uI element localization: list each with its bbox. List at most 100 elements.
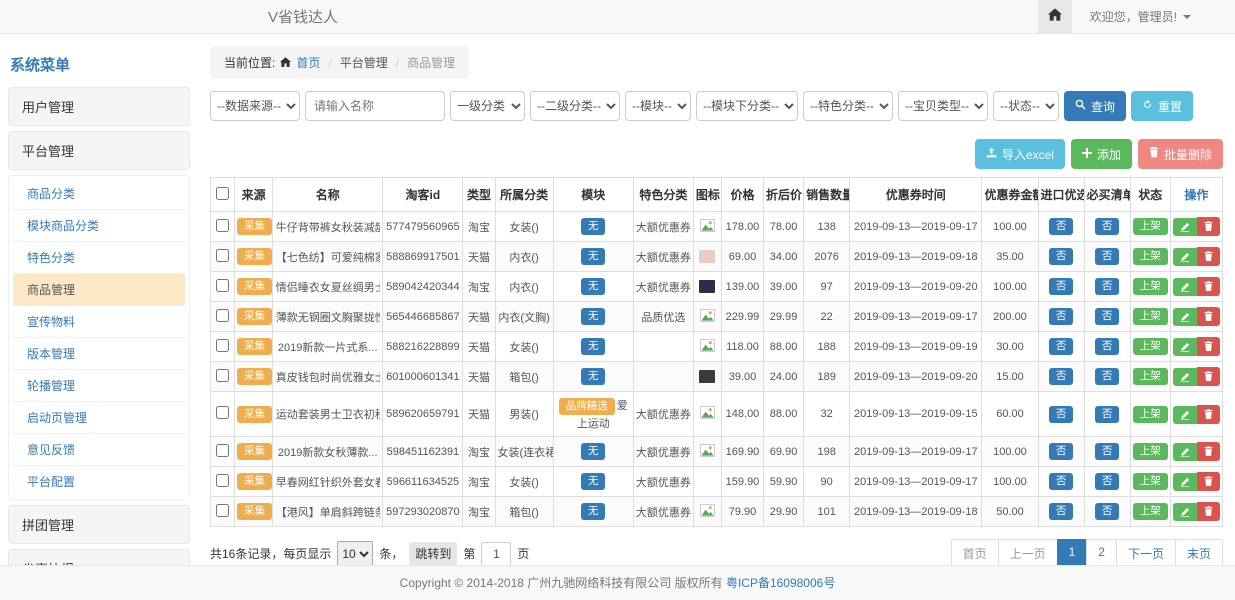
mustbuy-flag-badge[interactable]: 否 xyxy=(1095,338,1120,355)
edit-button[interactable] xyxy=(1173,308,1197,326)
edit-button[interactable] xyxy=(1173,338,1197,356)
delete-button[interactable] xyxy=(1197,472,1220,491)
pager-next[interactable]: 下一页 xyxy=(1116,539,1176,565)
mustbuy-flag-badge[interactable]: 否 xyxy=(1095,248,1120,265)
status-badge[interactable]: 上架 xyxy=(1133,278,1168,295)
page-jump-input[interactable] xyxy=(481,542,511,566)
user-menu[interactable]: 欢迎您，管理员! xyxy=(1072,8,1235,25)
import-flag-badge[interactable]: 否 xyxy=(1049,406,1074,423)
row-checkbox[interactable] xyxy=(216,504,229,517)
import-flag-badge[interactable]: 否 xyxy=(1049,308,1074,325)
import-excel-button[interactable]: 导入excel xyxy=(975,139,1065,169)
filter-select[interactable]: --模块下分类-- xyxy=(696,91,798,121)
home-button[interactable] xyxy=(1038,0,1072,33)
filter-select[interactable]: --状态-- xyxy=(993,91,1059,121)
mustbuy-flag-badge[interactable]: 否 xyxy=(1095,368,1120,385)
breadcrumb-home-link[interactable]: 首页 xyxy=(296,54,320,71)
delete-button[interactable] xyxy=(1197,367,1220,386)
module-badge[interactable]: 无 xyxy=(581,443,606,460)
status-badge[interactable]: 上架 xyxy=(1133,443,1168,460)
delete-button[interactable] xyxy=(1197,307,1220,326)
import-flag-badge[interactable]: 否 xyxy=(1049,443,1074,460)
sidebar-item[interactable]: 省惠快报 xyxy=(8,549,190,565)
per-page-select[interactable]: 10 xyxy=(337,541,373,566)
import-flag-badge[interactable]: 否 xyxy=(1049,338,1074,355)
row-checkbox[interactable] xyxy=(216,219,229,232)
sidebar-subitem[interactable]: 轮播管理 xyxy=(13,370,185,402)
status-badge[interactable]: 上架 xyxy=(1133,406,1168,423)
delete-button[interactable] xyxy=(1197,442,1220,461)
mustbuy-flag-badge[interactable]: 否 xyxy=(1095,406,1120,423)
import-flag-badge[interactable]: 否 xyxy=(1049,248,1074,265)
module-badge[interactable]: 无 xyxy=(581,218,606,235)
status-badge[interactable]: 上架 xyxy=(1133,248,1168,265)
import-flag-badge[interactable]: 否 xyxy=(1049,218,1074,235)
import-flag-badge[interactable]: 否 xyxy=(1049,368,1074,385)
pager-page[interactable]: 2 xyxy=(1086,539,1117,565)
module-badge[interactable]: 无 xyxy=(581,473,606,490)
sidebar-subitem[interactable]: 特色分类 xyxy=(13,242,185,274)
mustbuy-flag-badge[interactable]: 否 xyxy=(1095,218,1120,235)
pager-page[interactable]: 1 xyxy=(1057,539,1088,565)
name-search-input[interactable] xyxy=(305,91,445,121)
module-badge[interactable]: 无 xyxy=(581,278,606,295)
sidebar-subitem[interactable]: 商品分类 xyxy=(13,178,185,210)
select-all-checkbox[interactable] xyxy=(216,187,229,200)
status-badge[interactable]: 上架 xyxy=(1133,308,1168,325)
mustbuy-flag-badge[interactable]: 否 xyxy=(1095,443,1120,460)
sidebar-subitem[interactable]: 宣传物料 xyxy=(13,306,185,338)
sidebar-subitem[interactable]: 意见反馈 xyxy=(13,434,185,466)
filter-select[interactable]: 一级分类 xyxy=(450,91,525,121)
sidebar-subitem[interactable]: 启动页管理 xyxy=(13,402,185,434)
row-checkbox[interactable] xyxy=(216,474,229,487)
row-checkbox[interactable] xyxy=(216,339,229,352)
add-button[interactable]: 添加 xyxy=(1071,139,1132,169)
delete-button[interactable] xyxy=(1197,502,1220,521)
query-button[interactable]: 查询 xyxy=(1064,91,1126,121)
module-badge[interactable]: 无 xyxy=(581,503,606,520)
module-badge[interactable]: 无 xyxy=(581,248,606,265)
filter-select[interactable]: --特色分类-- xyxy=(803,91,893,121)
status-badge[interactable]: 上架 xyxy=(1133,218,1168,235)
edit-button[interactable] xyxy=(1173,248,1197,266)
sidebar-item[interactable]: 用户管理 xyxy=(8,87,190,126)
delete-button[interactable] xyxy=(1197,337,1220,356)
filter-select[interactable]: --二级分类-- xyxy=(530,91,620,121)
edit-button[interactable] xyxy=(1173,368,1197,386)
delete-button[interactable] xyxy=(1197,405,1220,424)
mustbuy-flag-badge[interactable]: 否 xyxy=(1095,308,1120,325)
row-checkbox[interactable] xyxy=(216,309,229,322)
pager-first[interactable]: 首页 xyxy=(951,539,999,565)
import-flag-badge[interactable]: 否 xyxy=(1049,278,1074,295)
status-badge[interactable]: 上架 xyxy=(1133,368,1168,385)
row-checkbox[interactable] xyxy=(216,369,229,382)
delete-button[interactable] xyxy=(1197,217,1220,236)
row-checkbox[interactable] xyxy=(216,406,229,419)
edit-button[interactable] xyxy=(1173,406,1197,424)
edit-button[interactable] xyxy=(1173,218,1197,236)
batch-delete-button[interactable]: 批量删除 xyxy=(1138,139,1223,169)
status-badge[interactable]: 上架 xyxy=(1133,503,1168,520)
reset-button[interactable]: 重置 xyxy=(1131,91,1193,121)
delete-button[interactable] xyxy=(1197,247,1220,266)
edit-button[interactable] xyxy=(1173,503,1197,521)
mustbuy-flag-badge[interactable]: 否 xyxy=(1095,278,1120,295)
sidebar-item[interactable]: 平台管理 xyxy=(8,131,190,170)
sidebar-subitem[interactable]: 商品管理 xyxy=(13,274,185,306)
sidebar-item[interactable]: 拼团管理 xyxy=(8,505,190,544)
module-badge[interactable]: 无 xyxy=(581,368,606,385)
module-badge[interactable]: 无 xyxy=(581,338,606,355)
delete-button[interactable] xyxy=(1197,277,1220,296)
row-checkbox[interactable] xyxy=(216,444,229,457)
icp-link[interactable]: 粤ICP备16098006号 xyxy=(726,576,835,590)
mustbuy-flag-badge[interactable]: 否 xyxy=(1095,473,1120,490)
row-checkbox[interactable] xyxy=(216,279,229,292)
import-flag-badge[interactable]: 否 xyxy=(1049,473,1074,490)
module-badge[interactable]: 品牌精选 xyxy=(559,398,615,415)
sidebar-subitem[interactable]: 版本管理 xyxy=(13,338,185,370)
row-checkbox[interactable] xyxy=(216,249,229,262)
module-badge[interactable]: 无 xyxy=(581,308,606,325)
filter-select[interactable]: --模块-- xyxy=(625,91,691,121)
pager-last[interactable]: 末页 xyxy=(1175,539,1223,565)
edit-button[interactable] xyxy=(1173,473,1197,491)
